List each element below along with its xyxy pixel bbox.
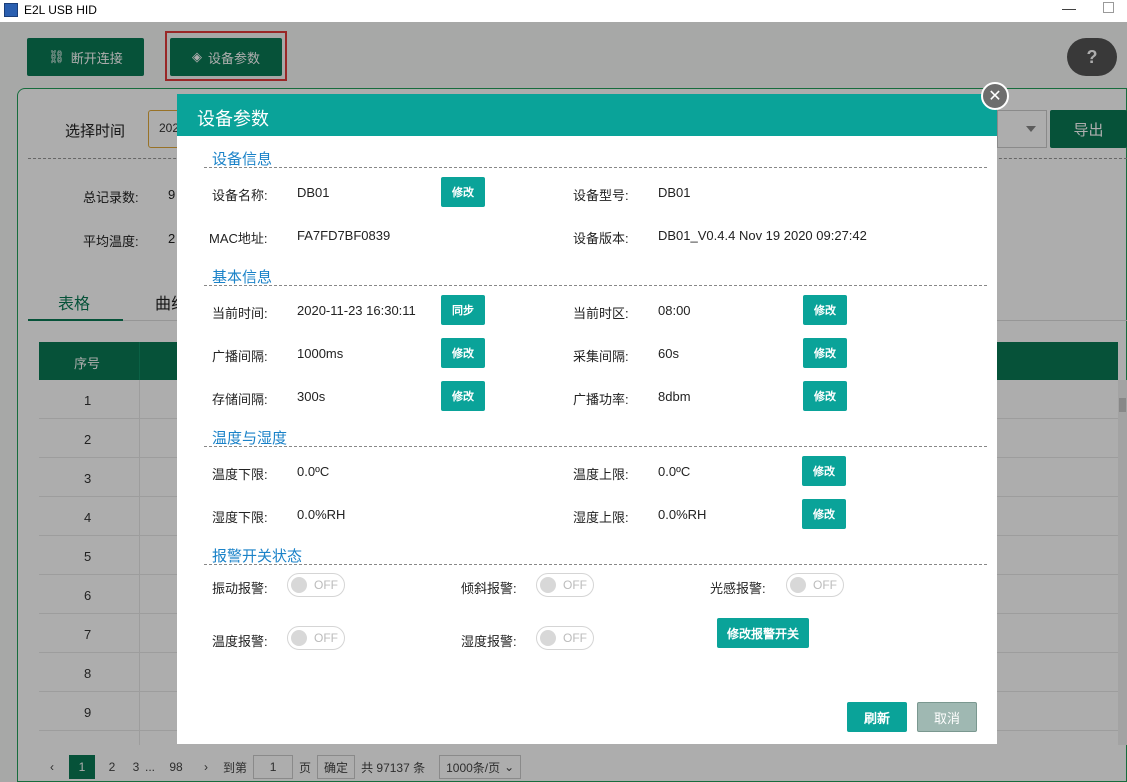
section-divider	[204, 285, 987, 286]
temp-alarm-label: 温度报警:	[212, 634, 268, 649]
storage-interval-value: 300s	[297, 389, 326, 404]
toggle-state: OFF	[314, 631, 338, 645]
toggle-state: OFF	[813, 578, 837, 592]
modify-broadcast-interval-button[interactable]: 修改	[441, 338, 485, 368]
dialog-header: 设备参数	[177, 94, 997, 136]
tilt-alarm-toggle[interactable]: OFF	[536, 573, 594, 597]
broadcast-power-label: 广播功率:	[573, 392, 629, 407]
toggle-state: OFF	[314, 578, 338, 592]
cancel-button[interactable]: 取消	[917, 702, 977, 732]
light-alarm-toggle[interactable]: OFF	[786, 573, 844, 597]
modify-broadcast-power-button[interactable]: 修改	[803, 381, 847, 411]
hum-high-label: 湿度上限:	[573, 510, 629, 525]
sync-time-button[interactable]: 同步	[441, 295, 485, 325]
toggle-state: OFF	[563, 578, 587, 592]
section-device-info: 设备信息	[212, 151, 273, 168]
mac-address-value: FA7FD7BF0839	[297, 228, 391, 243]
current-time-value: 2020-11-23 16:30:11	[297, 303, 416, 318]
timezone-label: 当前时区:	[573, 306, 629, 321]
broadcast-interval-value: 1000ms	[297, 346, 344, 361]
section-divider	[204, 167, 987, 168]
temp-alarm-toggle[interactable]: OFF	[287, 626, 345, 650]
broadcast-interval-label: 广播间隔:	[212, 349, 268, 364]
toggle-knob	[540, 630, 556, 646]
mac-address-label: MAC地址:	[209, 231, 268, 246]
vibration-alarm-label: 振动报警:	[212, 581, 268, 596]
temp-low-label: 温度下限:	[212, 467, 268, 482]
modify-storage-interval-button[interactable]: 修改	[441, 381, 485, 411]
device-params-dialog: 设备参数 设备信息 设备名称: DB01 修改 设备型号: DB01 MAC地址…	[177, 94, 997, 744]
temp-low-value: 0.0ºC	[297, 464, 330, 479]
section-basic-info: 基本信息	[212, 269, 273, 286]
temp-high-value: 0.0ºC	[658, 464, 691, 479]
modify-timezone-button[interactable]: 修改	[803, 295, 847, 325]
device-version-value: DB01_V0.4.4 Nov 19 2020 09:27:42	[658, 228, 867, 243]
toggle-state: OFF	[563, 631, 587, 645]
toggle-knob	[540, 577, 556, 593]
modify-collect-interval-button[interactable]: 修改	[803, 338, 847, 368]
maximize-icon[interactable]	[1103, 2, 1114, 13]
modify-alarm-switch-button[interactable]: 修改报警开关	[717, 618, 809, 648]
minimize-icon[interactable]: —	[1062, 0, 1076, 16]
device-version-label: 设备版本:	[573, 231, 629, 246]
temp-high-label: 温度上限:	[573, 467, 629, 482]
broadcast-power-value: 8dbm	[658, 389, 691, 404]
device-model-label: 设备型号:	[573, 188, 629, 203]
close-icon[interactable]: ✕	[981, 82, 1009, 110]
modify-temp-threshold-button[interactable]: 修改	[802, 456, 846, 486]
modify-device-name-button[interactable]: 修改	[441, 177, 485, 207]
device-name-value: DB01	[297, 185, 330, 200]
collect-interval-label: 采集间隔:	[573, 349, 629, 364]
refresh-button[interactable]: 刷新	[847, 702, 907, 732]
tilt-alarm-label: 倾斜报警:	[461, 581, 517, 596]
current-time-label: 当前时间:	[212, 306, 268, 321]
modify-hum-threshold-button[interactable]: 修改	[802, 499, 846, 529]
toggle-knob	[291, 577, 307, 593]
device-model-value: DB01	[658, 185, 691, 200]
section-temp-humidity: 温度与湿度	[212, 430, 288, 447]
section-divider	[204, 446, 987, 447]
hum-low-label: 湿度下限:	[212, 510, 268, 525]
storage-interval-label: 存储间隔:	[212, 392, 268, 407]
humidity-alarm-toggle[interactable]: OFF	[536, 626, 594, 650]
device-name-label: 设备名称:	[212, 188, 268, 203]
dialog-title: 设备参数	[197, 109, 269, 129]
toggle-knob	[790, 577, 806, 593]
window-title: E2L USB HID	[24, 3, 97, 17]
hum-low-value: 0.0%RH	[297, 507, 346, 522]
toggle-knob	[291, 630, 307, 646]
humidity-alarm-label: 湿度报警:	[461, 634, 517, 649]
collect-interval-value: 60s	[658, 346, 679, 361]
light-alarm-label: 光感报警:	[710, 581, 766, 596]
section-divider	[204, 564, 987, 565]
app-logo-icon	[4, 3, 18, 17]
section-alarm-status: 报警开关状态	[212, 548, 303, 565]
hum-high-value: 0.0%RH	[658, 507, 707, 522]
timezone-value: 08:00	[658, 303, 691, 318]
vibration-alarm-toggle[interactable]: OFF	[287, 573, 345, 597]
window-titlebar: E2L USB HID —	[0, 0, 1127, 22]
